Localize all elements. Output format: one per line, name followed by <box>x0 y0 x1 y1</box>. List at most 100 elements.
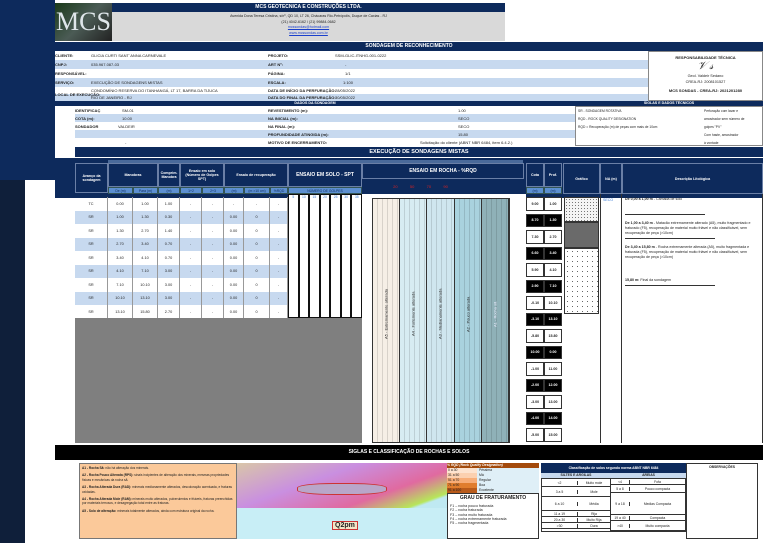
obs-title: OBSERVAÇÕES <box>708 465 736 469</box>
sigla-rqd: RQD - ROCK QUALITY DESIGNATION <box>578 117 637 121</box>
id-label: IDENTIFICAÇ <box>75 107 101 113</box>
cell-para: 3.40 <box>133 237 158 251</box>
cota-value: -2.00 <box>526 378 544 392</box>
areias-range: 9 a 18 <box>615 501 625 506</box>
rock-band: A5 - Extremamente alterada <box>373 199 401 442</box>
cell-cm10: 0 <box>244 278 270 292</box>
areias-class: Pouco compacta <box>629 486 685 491</box>
page-title: SONDAGEM DE RECONHECIMENTO <box>55 42 763 51</box>
resp-name: Geol. Valdeir Sedano <box>687 74 724 78</box>
cnpj-label: CNPJ: <box>55 62 68 67</box>
na-final-value: SECO <box>458 123 470 129</box>
prof-value: 3.40 <box>544 246 562 260</box>
cota-value: 5.90 <box>526 263 544 277</box>
cota-prof-row: 9.00 1.00 <box>526 197 562 211</box>
cell-de: 0.00 <box>108 197 133 211</box>
spt-column: 30 <box>340 194 352 318</box>
cell-av: TC <box>75 197 108 211</box>
cell-g1: - <box>180 305 202 319</box>
cell-de: 2.70 <box>108 237 133 251</box>
areias-class: Muito compacta <box>629 523 685 528</box>
cell-av: SR <box>75 251 108 265</box>
spt-column: 15 <box>309 194 320 318</box>
cell-para: 4.10 <box>133 251 158 265</box>
cell-cm10: 0 <box>244 251 270 265</box>
execucao-title: EXECUÇÃO DE SONDAGENS MISTAS <box>75 147 763 157</box>
cell-comp: 0.30 <box>158 210 180 224</box>
desc-2: De 3,40 a 15,80 m - Rocha extremamente a… <box>625 245 750 259</box>
spt-tick: 25 <box>333 195 338 199</box>
cell-g2: - <box>202 291 224 305</box>
prof-value: 2.70 <box>544 230 562 244</box>
hdr-prof: Prof. <box>544 163 562 187</box>
cota-label: COTA (m): <box>75 115 95 121</box>
sondador-label: SONDADOR <box>75 123 99 129</box>
cota-value: 10.00 <box>526 345 544 359</box>
silte-class: Muito Rija <box>577 517 610 522</box>
final-value: 30/05/2022 <box>335 95 356 100</box>
table-row: SR 13.10 15.80 2.70- -0.00 0- <box>75 305 288 319</box>
cell-para: 7.10 <box>133 264 158 278</box>
prof-value: 13.10 <box>544 312 562 326</box>
rock-bands: A5 - Extremamente alterada A4 - Fortement… <box>372 198 510 443</box>
cell-g2: - <box>202 278 224 292</box>
cota-value: -5.80 <box>526 329 544 343</box>
cota-value: 6.60 <box>526 246 544 260</box>
spt-column: 5 <box>288 194 299 318</box>
local-value-1: CONDOMÍNIO RESERVA DO ITANHANGÁ, LT 17, … <box>91 88 218 93</box>
responsabilidade-tecnica: RESPONSABILIDADE TÉCNICA 𝒱 𝓈 Geol. Valde… <box>648 51 763 101</box>
cell-rqd: - <box>270 305 288 319</box>
cell-g2: - <box>202 237 224 251</box>
cell-comp: 0.70 <box>158 237 180 251</box>
cell-rqd: - <box>270 224 288 238</box>
website-link[interactable]: www.mcssondas.com.br <box>112 31 505 37</box>
sondador-value: VALDEIR <box>118 123 135 129</box>
cell-para: 13.10 <box>133 291 158 305</box>
grau-title: GRAU DE FRATURAMENTO <box>459 495 527 501</box>
escala-label: ESCALA: <box>268 80 286 85</box>
cell-cm10: 0 <box>244 305 270 319</box>
responsavel-label: RESPONSÁVEL: <box>55 71 87 76</box>
cell-g1: - <box>180 251 202 265</box>
cell-para: 10.10 <box>133 278 158 292</box>
hdr-descricao: Descrição Litológica <box>622 163 763 194</box>
left-margin <box>0 0 55 180</box>
hdr-compr-unit: (m) <box>158 187 180 194</box>
cota-prof-row: -3.00 13.00 <box>526 395 562 409</box>
prof-value: 13.00 <box>544 395 562 409</box>
cota-prof-row: 5.90 4.10 <box>526 263 562 277</box>
pagina-label: PÁGINA: <box>268 71 285 76</box>
cell-av: SR <box>75 237 108 251</box>
projeto-value: SSM-GLIC-ITNHG-001-0222 <box>335 53 387 58</box>
spt-tick: 20 <box>323 195 327 199</box>
areias-range: <4 <box>618 479 622 484</box>
cell-cm10: 0 <box>244 291 270 305</box>
rows-filler <box>75 318 362 443</box>
silte-row: >30 Dura <box>542 523 610 529</box>
desc-0: De 0,00 a 1,00 m - Camada de solo <box>625 197 683 201</box>
hdr-g1: 1+2 <box>180 187 202 194</box>
areias-range: >40 <box>617 523 623 528</box>
cell-comp: 1.40 <box>158 224 180 238</box>
rocha-tick: 50 <box>409 184 415 189</box>
prof-label: PROFUNDIDADE ATINGIDA (m): <box>268 131 329 137</box>
rocha-tick: 70 <box>426 184 432 189</box>
desc-3: 15,80 m: Final da sondagem <box>625 278 671 282</box>
prof-value: 0.00 <box>544 345 562 359</box>
cota-value: -4.00 <box>526 411 544 425</box>
solo-title: Classificação de solos segundo norma ABN… <box>541 463 686 473</box>
map-label: Q2pm <box>332 521 358 530</box>
cell-de: 1.30 <box>108 224 133 238</box>
logo: MCS <box>55 3 112 41</box>
cnpj-value: 035.967.087-03 <box>91 62 120 67</box>
prof-value: 10.10 <box>544 296 562 310</box>
cell-rqd: - <box>270 210 288 224</box>
hdr-cota: Cota <box>526 163 544 187</box>
table-row: TC 0.00 1.00 1.00- - - - - <box>75 197 288 211</box>
silte-class: Dura <box>577 523 610 528</box>
cell-rqd: - <box>270 251 288 265</box>
grau-fraturamento: GRAU DE FRATURAMENTO F1 – rocha pouco fr… <box>447 493 539 539</box>
cell-av: SR <box>75 291 108 305</box>
cell-cm: 0.00 <box>224 210 244 224</box>
hdr-golpes: NÚMERO DE GOLPES <box>288 187 362 194</box>
